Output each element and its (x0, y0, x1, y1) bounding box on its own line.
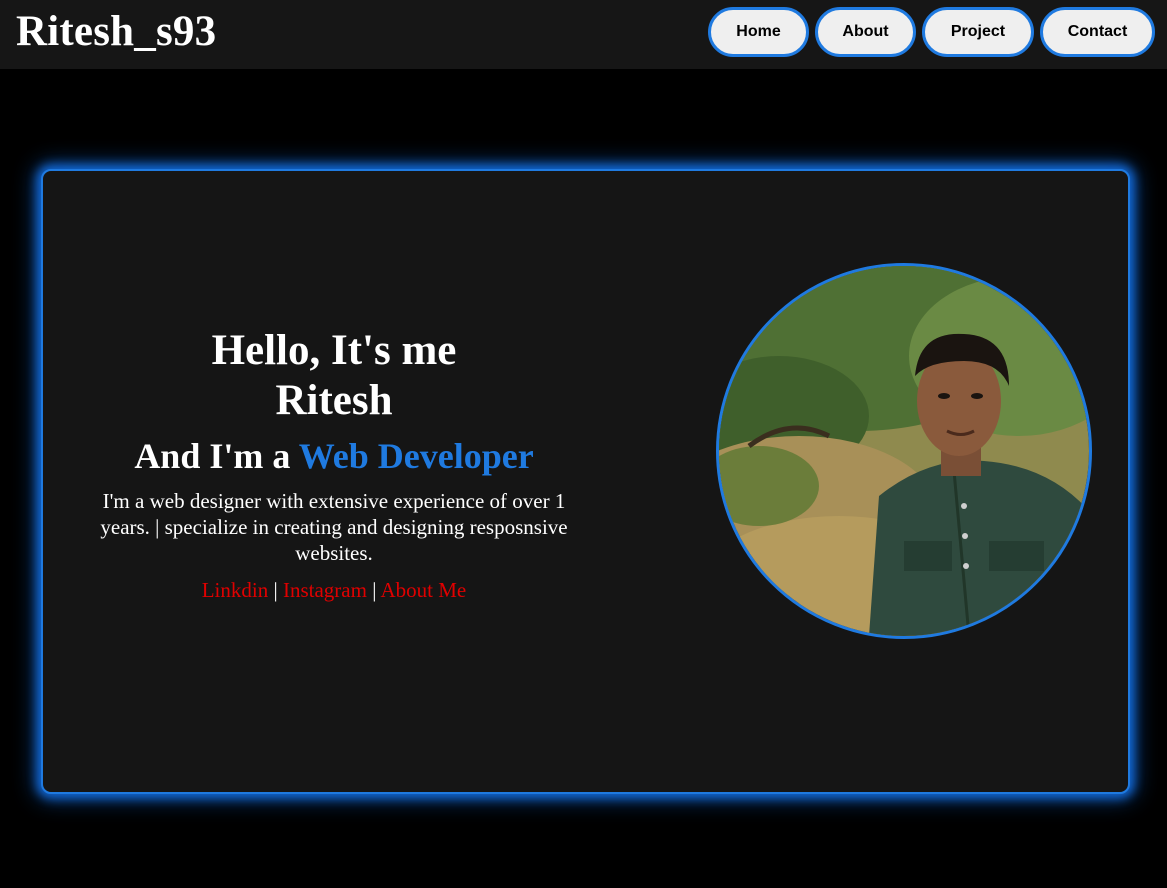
linkedin-link[interactable]: Linkdin (202, 578, 269, 602)
profile-photo (716, 263, 1092, 639)
intro-section: Hello, It's me Ritesh And I'm a Web Deve… (89, 326, 579, 604)
bio-text: I'm a web designer with extensive experi… (100, 489, 568, 565)
navbar: Ritesh_s93 Home About Project Contact (0, 0, 1167, 69)
role-prefix: And I'm a (134, 436, 291, 476)
role-heading: And I'm a Web Developer (89, 434, 579, 478)
social-links: Linkdin | Instagram | About Me (89, 576, 579, 604)
nav-about-button[interactable]: About (815, 7, 916, 57)
instagram-link[interactable]: Instagram (283, 578, 367, 602)
nav-home-button[interactable]: Home (708, 7, 809, 57)
nav-contact-button[interactable]: Contact (1040, 7, 1155, 57)
brand-logo[interactable]: Ritesh_s93 (16, 6, 216, 58)
about-me-link[interactable]: About Me (381, 578, 467, 602)
role-highlight: Web Developer (298, 436, 534, 476)
greeting-heading: Hello, It's me Ritesh (89, 326, 579, 426)
greeting-line-1: Hello, It's me (211, 327, 457, 374)
nav-project-button[interactable]: Project (922, 7, 1034, 57)
link-separator: | (372, 578, 377, 602)
hero-card: Hello, It's me Ritesh And I'm a Web Deve… (41, 169, 1130, 794)
greeting-name: Ritesh (275, 377, 393, 424)
profile-photo-illustration (719, 266, 1089, 636)
link-separator: | (273, 578, 278, 602)
